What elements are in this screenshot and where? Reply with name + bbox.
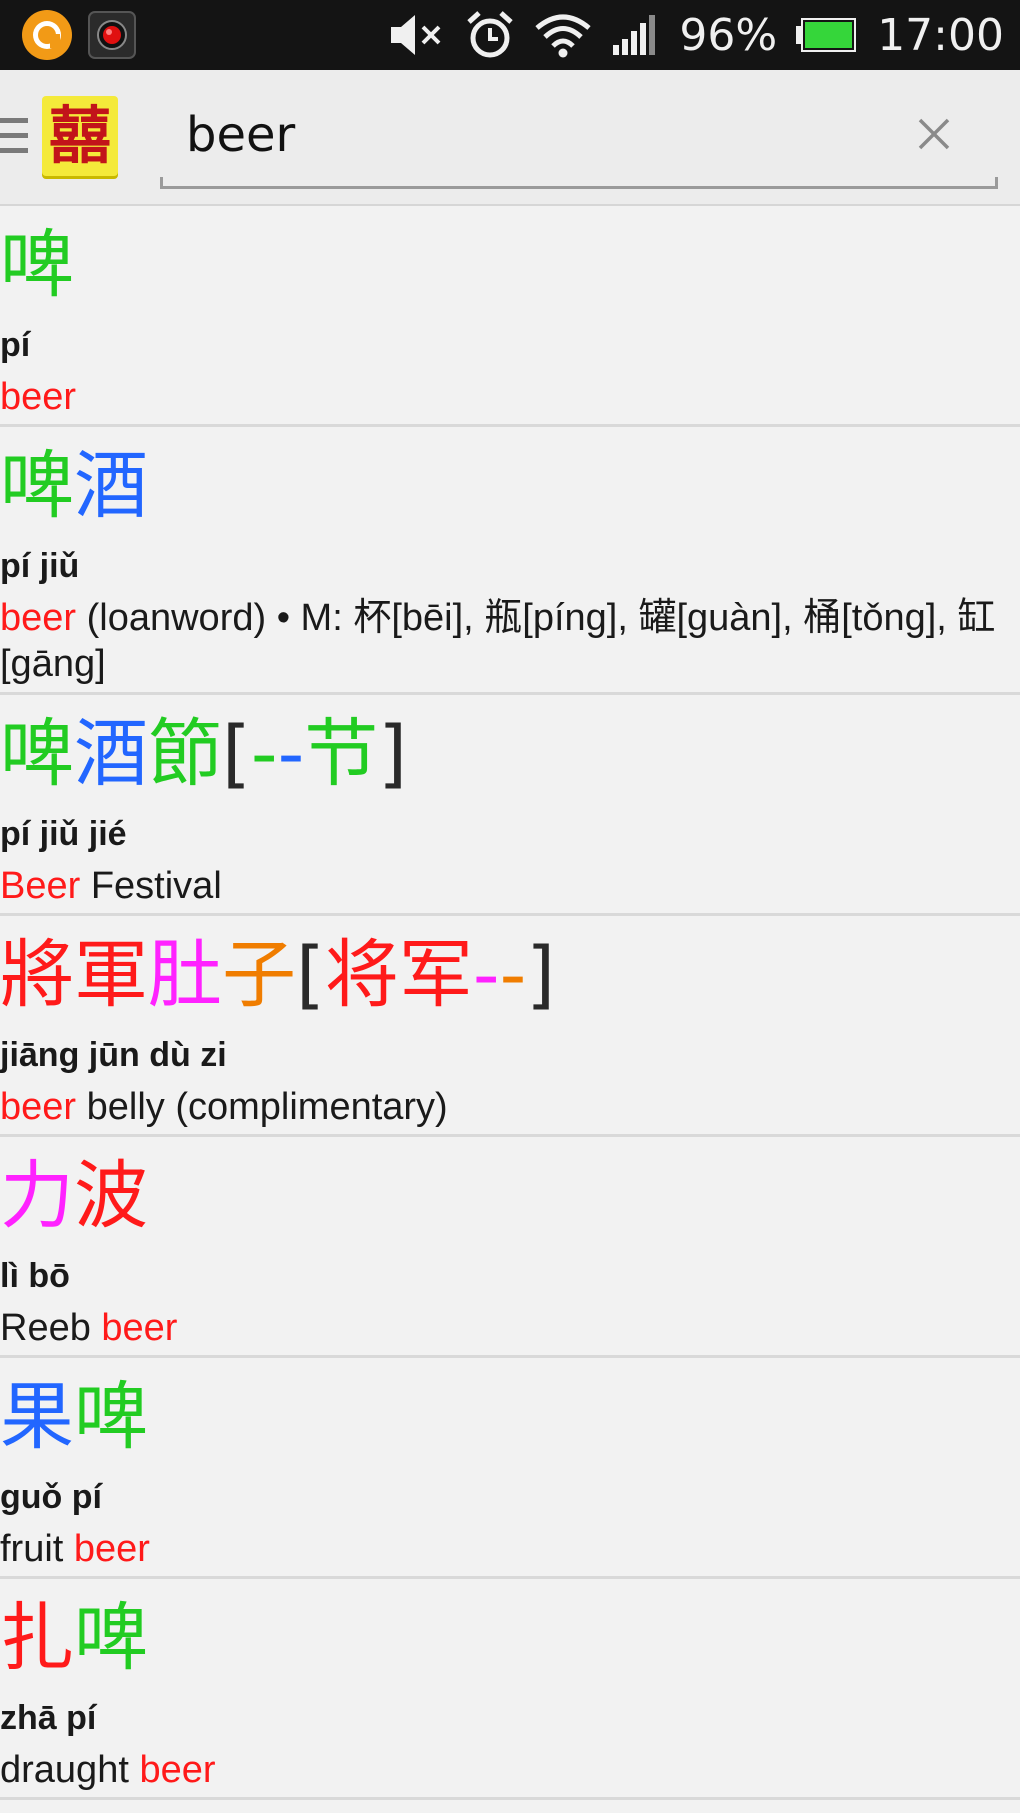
entry-pinyin: pí jiǔ jié: [0, 815, 127, 853]
definition-text: fruit: [0, 1528, 74, 1570]
status-bar: 96% 17:00: [0, 0, 1020, 70]
search-input[interactable]: [186, 100, 826, 170]
hanzi-char: 啤: [74, 1374, 148, 1460]
matched-term: beer: [101, 1307, 178, 1349]
entry-hanzi: 啤酒: [0, 441, 148, 531]
drawer-menu-icon[interactable]: [0, 118, 28, 158]
entry-pinyin: pí jiǔ: [0, 547, 80, 585]
result-entry[interactable]: 啤酒節[--节] pí jiǔ jié Beer Festival: [0, 695, 1020, 916]
result-entry[interactable]: 啤 pí beer: [0, 206, 1020, 427]
hanzi-char: -: [472, 932, 500, 1018]
hanzi-char: 力: [0, 1153, 74, 1239]
matched-term: Beer: [0, 865, 81, 907]
hanzi-char: 酒: [74, 443, 148, 529]
battery-icon: [795, 18, 857, 52]
entry-hanzi: 力波: [0, 1151, 148, 1241]
search-box: [160, 86, 998, 189]
entry-definition: beer (loanword) • M: 杯[bēi], 瓶[píng], 罐[…: [0, 595, 1000, 687]
definition-text: Festival: [80, 865, 222, 907]
entry-hanzi: 啤酒節[--节]: [0, 709, 407, 799]
hanzi-char: 軍: [74, 932, 148, 1018]
result-entry[interactable]: 果啤 guǒ pí fruit beer: [0, 1358, 1020, 1579]
action-bar: 囍: [0, 70, 1020, 206]
entry-pinyin: jiāng jūn dù zi: [0, 1036, 227, 1074]
definition-text: draught: [0, 1749, 140, 1791]
hanzi-char: 子: [222, 932, 296, 1018]
logo-character: 囍: [48, 99, 111, 172]
results-list: 啤 pí beer 啤酒 pí jiǔ beer (loanword) • M: 杯[bē…: [0, 206, 1020, 1800]
wifi-icon: [535, 12, 592, 58]
definition-text: (loanword) • M: 杯[bēi], 瓶[píng], 罐[guàn]…: [0, 597, 996, 685]
hanzi-char: [: [296, 932, 325, 1018]
entry-definition: fruit beer: [0, 1526, 1000, 1572]
result-entry[interactable]: 扎啤 zhā pí draught beer: [0, 1579, 1020, 1800]
entry-hanzi: 果啤: [0, 1372, 148, 1462]
hanzi-char: ]: [526, 932, 556, 1018]
entry-definition: draught beer: [0, 1747, 1000, 1793]
app-logo[interactable]: 囍: [42, 96, 118, 176]
recording-notification-icon: [88, 11, 136, 59]
hanzi-char: -: [499, 932, 527, 1018]
entry-pinyin: guǒ pí: [0, 1478, 102, 1516]
close-icon: [918, 118, 950, 150]
clear-search-button[interactable]: [906, 106, 962, 162]
entry-hanzi: 扎啤: [0, 1593, 148, 1683]
system-status-icons: 96% 17:00: [387, 0, 1004, 70]
definition-text: belly (complimentary): [76, 1086, 448, 1128]
matched-term: beer: [0, 1086, 77, 1128]
hanzi-char: 酒: [74, 711, 148, 797]
hanzi-char: 肚: [148, 932, 222, 1018]
entry-definition: beer: [0, 374, 1000, 420]
hanzi-char: 啤: [0, 711, 74, 797]
hanzi-char: 节: [304, 711, 379, 797]
matched-term: beer: [73, 1528, 150, 1570]
entry-hanzi: 啤: [0, 220, 74, 310]
orange-app-notification-icon: [20, 8, 74, 62]
hanzi-char: 军: [398, 932, 473, 1018]
battery-percent: 96%: [679, 9, 778, 61]
hanzi-char: 啤: [0, 443, 74, 529]
hanzi-char: 波: [74, 1153, 148, 1239]
hanzi-char: 節: [148, 711, 222, 797]
entry-pinyin: lì bō: [0, 1257, 70, 1295]
hanzi-char: ]: [378, 711, 408, 797]
result-entry[interactable]: 啤酒 pí jiǔ beer (loanword) • M: 杯[bēi], 瓶[p…: [0, 427, 1020, 695]
matched-term: beer: [139, 1749, 216, 1791]
hanzi-char: 将: [324, 932, 399, 1018]
entry-pinyin: zhā pí: [0, 1699, 97, 1737]
hanzi-char: [: [222, 711, 251, 797]
matched-term: beer: [0, 376, 77, 418]
result-entry[interactable]: 力波 lì bō Reeb beer: [0, 1137, 1020, 1358]
definition-text: Reeb: [0, 1307, 102, 1349]
hanzi-char: 啤: [0, 222, 74, 308]
entry-pinyin: pí: [0, 326, 31, 364]
result-entry[interactable]: 將軍肚子[将军--] jiāng jūn dù zi beer belly (com…: [0, 916, 1020, 1137]
hanzi-char: -: [277, 711, 305, 797]
hanzi-char: 扎: [0, 1595, 74, 1681]
hanzi-char: 果: [0, 1374, 74, 1460]
hanzi-char: -: [250, 711, 278, 797]
entry-definition: Reeb beer: [0, 1305, 1000, 1351]
hanzi-char: 將: [0, 932, 74, 1018]
signal-strength-icon: [611, 15, 659, 55]
alarm-clock-icon: [465, 10, 515, 60]
mute-icon: [387, 13, 445, 57]
hanzi-char: 啤: [74, 1595, 148, 1681]
matched-term: beer: [0, 597, 77, 639]
entry-definition: beer belly (complimentary): [0, 1084, 1000, 1130]
entry-hanzi: 將軍肚子[将军--]: [0, 930, 555, 1020]
clock: 17:00: [877, 9, 1004, 61]
entry-definition: Beer Festival: [0, 863, 1000, 909]
notification-icons: [20, 8, 150, 62]
